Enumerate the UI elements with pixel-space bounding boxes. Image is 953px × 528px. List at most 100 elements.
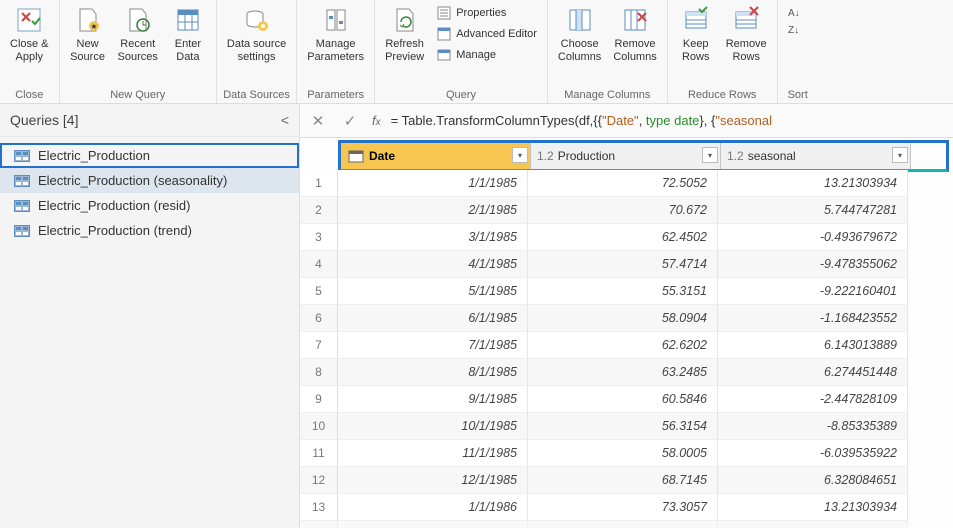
table-row[interactable]: 11/1/198572.505213.21303934 xyxy=(300,170,949,197)
cell-date[interactable]: 6/1/1985 xyxy=(338,305,528,332)
remove-rows-button[interactable]: RemoveRows xyxy=(720,2,773,66)
cell-seasonal[interactable]: 13.21303934 xyxy=(718,170,908,197)
parameters-icon xyxy=(320,4,352,36)
cell-date[interactable]: 8/1/1985 xyxy=(338,359,528,386)
table-row[interactable]: 99/1/198560.5846-2.447828109 xyxy=(300,386,949,413)
cell-seasonal[interactable]: -6.039535922 xyxy=(718,440,908,467)
formula-accept-button[interactable]: ✓ xyxy=(338,109,362,133)
cell-production[interactable]: 55.3151 xyxy=(528,278,718,305)
ribbon-group-reduce-rows: KeepRows RemoveRows Reduce Rows xyxy=(668,0,778,103)
row-number: 3 xyxy=(300,224,338,251)
new-source-button[interactable]: ★ NewSource xyxy=(64,2,112,66)
ribbon-group-manage-columns: ChooseColumns RemoveColumns Manage Colum… xyxy=(548,0,668,103)
query-item-trend[interactable]: Electric_Production (trend) xyxy=(0,218,299,243)
cell-date[interactable]: 9/1/1985 xyxy=(338,386,528,413)
column-filter-button[interactable]: ▾ xyxy=(512,147,528,163)
cell-seasonal[interactable]: -2.447828109 xyxy=(718,386,908,413)
new-source-icon: ★ xyxy=(72,4,104,36)
cell-date[interactable]: 12/1/1985 xyxy=(338,467,528,494)
cell-date[interactable]: 4/1/1985 xyxy=(338,251,528,278)
formula-cancel-button[interactable]: ✕ xyxy=(306,109,330,133)
table-row[interactable]: 55/1/198555.3151-9.222160401 xyxy=(300,278,949,305)
keep-rows-button[interactable]: KeepRows xyxy=(672,2,720,66)
table-row[interactable]: 88/1/198563.24856.274451448 xyxy=(300,359,949,386)
cell-seasonal[interactable]: 6.274451448 xyxy=(718,359,908,386)
collapse-panel-button[interactable]: < xyxy=(281,112,289,128)
cell-seasonal[interactable]: -8.85335389 xyxy=(718,413,908,440)
manage-columns-group-label: Manage Columns xyxy=(552,86,663,103)
cell-production[interactable]: 62.6202 xyxy=(528,332,718,359)
cell-date[interactable]: 1/1/1986 xyxy=(338,494,528,521)
formula-text[interactable]: = Table.TransformColumnTypes(df,{{"Date"… xyxy=(391,113,947,129)
column-header-date[interactable]: Date ▾ xyxy=(341,143,531,169)
sort-asc-button[interactable]: A↓ xyxy=(788,6,808,20)
close-group-label: Close xyxy=(4,86,55,103)
column-header-production[interactable]: 1.2 Production ▾ xyxy=(531,143,721,169)
query-item-resid[interactable]: Electric_Production (resid) xyxy=(0,193,299,218)
ribbon-group-parameters: ManageParameters Parameters xyxy=(297,0,375,103)
cell-seasonal[interactable]: -9.222160401 xyxy=(718,278,908,305)
table-row[interactable]: 1010/1/198556.3154-8.85335389 xyxy=(300,413,949,440)
cell-date[interactable]: 2/1/1985 xyxy=(338,197,528,224)
query-item-electric-production[interactable]: Electric_Production xyxy=(0,143,299,168)
cell-date[interactable]: 7/1/1985 xyxy=(338,332,528,359)
cell-production[interactable]: 67.9869 xyxy=(528,521,718,528)
table-row[interactable]: 77/1/198562.62026.143013889 xyxy=(300,332,949,359)
cell-seasonal[interactable]: -1.168423552 xyxy=(718,305,908,332)
sort-desc-button[interactable]: Z↓ xyxy=(788,23,808,37)
formula-bar: ✕ ✓ fx = Table.TransformColumnTypes(df,{… xyxy=(300,104,953,138)
advanced-editor-label: Advanced Editor xyxy=(456,28,537,40)
manage-button[interactable]: Manage xyxy=(434,46,539,64)
table-row[interactable]: 22/1/198570.6725.744747281 xyxy=(300,197,949,224)
cell-production[interactable]: 62.4502 xyxy=(528,224,718,251)
choose-columns-button[interactable]: ChooseColumns xyxy=(552,2,607,66)
cell-date[interactable]: 11/1/1985 xyxy=(338,440,528,467)
cell-production[interactable]: 63.2485 xyxy=(528,359,718,386)
row-number: 14 xyxy=(300,521,338,528)
cell-production[interactable]: 72.5052 xyxy=(528,170,718,197)
cell-production[interactable]: 58.0904 xyxy=(528,305,718,332)
cell-production[interactable]: 68.7145 xyxy=(528,467,718,494)
enter-data-button[interactable]: EnterData xyxy=(164,2,212,66)
cell-seasonal[interactable]: 13.21303934 xyxy=(718,494,908,521)
table-row[interactable]: 1111/1/198558.0005-6.039535922 xyxy=(300,440,949,467)
svg-text:Z↓: Z↓ xyxy=(788,25,799,35)
cell-date[interactable]: 1/1/1985 xyxy=(338,170,528,197)
cell-date[interactable]: 2/1/1986 xyxy=(338,521,528,528)
recent-sources-button[interactable]: RecentSources xyxy=(112,2,164,66)
refresh-preview-button[interactable]: RefreshPreview xyxy=(379,2,430,66)
cell-production[interactable]: 57.4714 xyxy=(528,251,718,278)
cell-seasonal[interactable]: -9.478355062 xyxy=(718,251,908,278)
column-header-seasonal[interactable]: 1.2 seasonal ▾ xyxy=(721,143,911,169)
column-filter-button[interactable]: ▾ xyxy=(892,147,908,163)
cell-seasonal[interactable]: 6.328084651 xyxy=(718,467,908,494)
cell-date[interactable]: 5/1/1985 xyxy=(338,278,528,305)
cell-production[interactable]: 58.0005 xyxy=(528,440,718,467)
cell-production[interactable]: 73.3057 xyxy=(528,494,718,521)
cell-seasonal[interactable]: -0.493679672 xyxy=(718,224,908,251)
cell-production[interactable]: 56.3154 xyxy=(528,413,718,440)
table-row[interactable]: 142/1/198667.98695.744747281 xyxy=(300,521,949,528)
advanced-editor-button[interactable]: Advanced Editor xyxy=(434,25,539,43)
table-row[interactable]: 66/1/198558.0904-1.168423552 xyxy=(300,305,949,332)
column-filter-button[interactable]: ▾ xyxy=(702,147,718,163)
cell-production[interactable]: 60.5846 xyxy=(528,386,718,413)
properties-button[interactable]: Properties xyxy=(434,4,539,22)
close-apply-button[interactable]: Close &Apply xyxy=(4,2,55,66)
cell-seasonal[interactable]: 5.744747281 xyxy=(718,521,908,528)
remove-columns-button[interactable]: RemoveColumns xyxy=(607,2,662,66)
table-row[interactable]: 33/1/198562.4502-0.493679672 xyxy=(300,224,949,251)
table-row[interactable]: 131/1/198673.305713.21303934 xyxy=(300,494,949,521)
cell-seasonal[interactable]: 6.143013889 xyxy=(718,332,908,359)
cell-date[interactable]: 3/1/1985 xyxy=(338,224,528,251)
table-row[interactable]: 1212/1/198568.71456.328084651 xyxy=(300,467,949,494)
manage-parameters-button[interactable]: ManageParameters xyxy=(301,2,370,66)
cell-seasonal[interactable]: 5.744747281 xyxy=(718,197,908,224)
reduce-rows-group-label: Reduce Rows xyxy=(672,86,773,103)
cell-date[interactable]: 10/1/1985 xyxy=(338,413,528,440)
cell-production[interactable]: 70.672 xyxy=(528,197,718,224)
choose-columns-icon xyxy=(564,4,596,36)
data-source-settings-button[interactable]: Data sourcesettings xyxy=(221,2,292,66)
query-item-seasonality[interactable]: Electric_Production (seasonality) xyxy=(0,168,299,193)
table-row[interactable]: 44/1/198557.4714-9.478355062 xyxy=(300,251,949,278)
